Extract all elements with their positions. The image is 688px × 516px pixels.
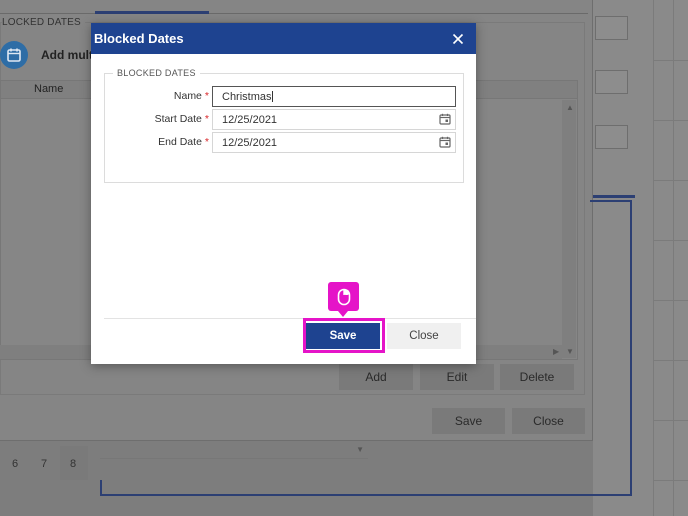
- dialog-title: Blocked Dates: [94, 31, 184, 46]
- dropdown-arrow-icon: ▼: [356, 445, 364, 454]
- fieldset-legend: BLOCKED DATES: [113, 68, 200, 78]
- start-date-row: Start Date * 12/25/2021: [105, 109, 465, 130]
- background-fieldset-legend: LOCKED DATES: [2, 17, 85, 28]
- background-calendar-days: 6 7 8: [0, 446, 90, 481]
- calendar-day[interactable]: 8: [70, 458, 76, 470]
- name-row: Name * Christmas: [105, 86, 465, 107]
- background-field: [595, 125, 628, 149]
- name-label: Name *: [173, 90, 209, 102]
- add-multiple-label[interactable]: Add multi: [41, 48, 96, 62]
- calendar-icon[interactable]: [439, 113, 451, 125]
- background-field: [595, 16, 628, 40]
- name-input[interactable]: Christmas: [212, 86, 456, 107]
- required-mark: *: [204, 136, 209, 148]
- required-mark: *: [204, 113, 209, 125]
- grid-edit-button[interactable]: Edit: [420, 364, 494, 390]
- calendar-day[interactable]: 7: [41, 458, 47, 470]
- scroll-up-arrow-icon[interactable]: ▲: [566, 103, 574, 112]
- close-icon[interactable]: [450, 31, 466, 47]
- window-save-button[interactable]: Save: [432, 408, 505, 434]
- blocked-dates-dialog: Blocked Dates BLOCKED DATES Name * Christ…: [91, 23, 476, 364]
- background-active-tab: [95, 11, 209, 14]
- mouse-icon: [328, 282, 359, 317]
- save-button-highlight: [303, 318, 385, 353]
- background-calendar-frame: [590, 200, 632, 496]
- end-date-label: End Date *: [158, 136, 209, 148]
- end-date-input[interactable]: 12/25/2021: [212, 132, 456, 153]
- calendar-icon[interactable]: [439, 136, 451, 148]
- background-dropdown[interactable]: ▼: [100, 443, 368, 459]
- start-date-input[interactable]: 12/25/2021: [212, 109, 456, 130]
- text-caret: [271, 91, 273, 102]
- background-field: [595, 70, 628, 94]
- add-multiple-calendar-icon[interactable]: [0, 41, 28, 69]
- grid-add-button[interactable]: Add: [339, 364, 413, 390]
- end-date-row: End Date * 12/25/2021: [105, 132, 465, 153]
- start-date-label: Start Date *: [154, 113, 209, 125]
- required-mark: *: [204, 90, 209, 102]
- close-button[interactable]: Close: [387, 323, 461, 349]
- grid-delete-button[interactable]: Delete: [500, 364, 574, 390]
- dialog-header: Blocked Dates: [91, 23, 476, 54]
- calendar-day[interactable]: 6: [12, 458, 18, 470]
- scroll-down-arrow-icon[interactable]: ▼: [566, 347, 574, 356]
- grid-vertical-scrollbar[interactable]: [562, 100, 576, 358]
- window-close-button[interactable]: Close: [512, 408, 585, 434]
- dialog-footer-divider: [104, 318, 476, 319]
- grid-column-name: Name: [34, 83, 64, 95]
- blocked-dates-fieldset: BLOCKED DATES Name * Christmas Start Date…: [104, 68, 465, 183]
- scroll-right-arrow-icon[interactable]: ▶: [553, 347, 559, 356]
